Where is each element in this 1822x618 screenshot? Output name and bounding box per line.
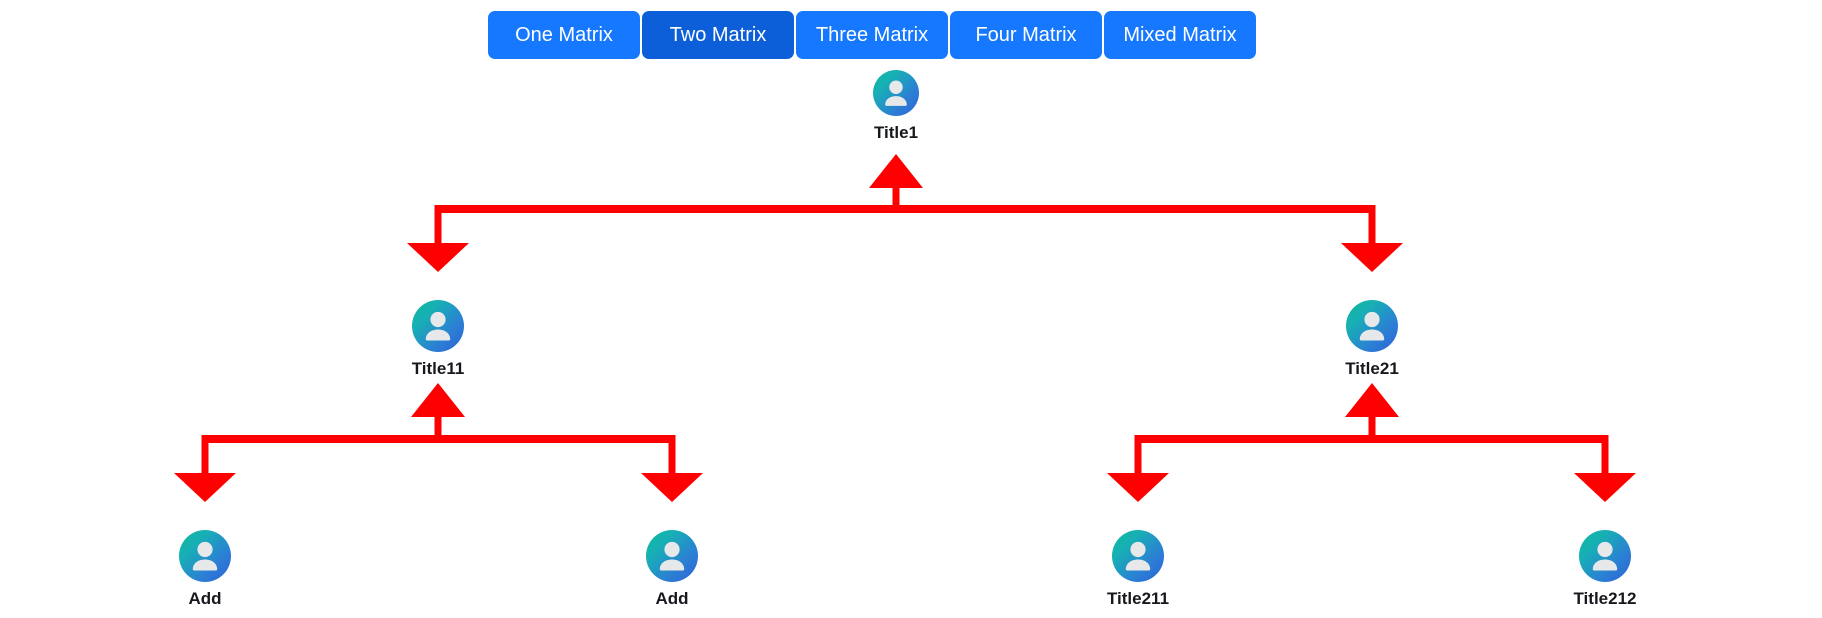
connector-horizontal-bar [1134, 435, 1609, 443]
connector-horizontal-bar [201, 435, 676, 443]
tree-node-n1[interactable]: Title1 [806, 70, 986, 143]
tree-node-label: Title11 [411, 359, 465, 378]
tree-node-n11[interactable]: Title11 [348, 300, 528, 379]
tree-node-n21[interactable]: Title21 [1282, 300, 1462, 379]
tree-node-label: Title1 [873, 123, 919, 142]
connector-down-arrowhead [1341, 243, 1403, 272]
tree-node-n112[interactable]: Add [582, 530, 762, 609]
connector-down-arrowhead [174, 473, 236, 502]
connector-down-arrowhead [641, 473, 703, 502]
user-avatar-icon [646, 530, 698, 582]
connector-down-arrowhead [1574, 473, 1636, 502]
tree-node-label: Title21 [1345, 359, 1399, 378]
connector-parent-stem [1368, 416, 1376, 443]
connector-parent-stem [434, 416, 442, 443]
tree-node-label: Add [655, 589, 689, 608]
user-avatar-icon [179, 530, 231, 582]
user-avatar-icon [1346, 300, 1398, 352]
tree-node-n212[interactable]: Title212 [1515, 530, 1695, 609]
user-avatar-icon [873, 70, 919, 116]
tree-node-n111[interactable]: Add [115, 530, 295, 609]
connector-child-stem [1134, 435, 1142, 474]
tree-node-label: Add [188, 589, 222, 608]
connector-child-stem [1601, 435, 1609, 474]
tree-node-label: Title211 [1106, 589, 1170, 608]
connector-child-stem [1368, 205, 1376, 244]
connector-child-stem [668, 435, 676, 474]
connector-child-stem [434, 205, 442, 244]
connector-up-arrowhead [1345, 383, 1399, 417]
connector-up-arrowhead [869, 154, 923, 188]
user-avatar-icon [412, 300, 464, 352]
org-tree-canvas: Title1 Title11 Title21 Add Add Title211 Title2… [0, 0, 1822, 618]
connector-child-stem [201, 435, 209, 474]
user-avatar-icon [1579, 530, 1631, 582]
tree-node-n211[interactable]: Title211 [1048, 530, 1228, 609]
connector-down-arrowhead [407, 243, 469, 272]
connector-up-arrowhead [411, 383, 465, 417]
connector-down-arrowhead [1107, 473, 1169, 502]
tree-node-label: Title212 [1573, 589, 1637, 608]
connector-horizontal-bar [434, 205, 1376, 213]
user-avatar-icon [1112, 530, 1164, 582]
connector-parent-stem [892, 187, 900, 213]
